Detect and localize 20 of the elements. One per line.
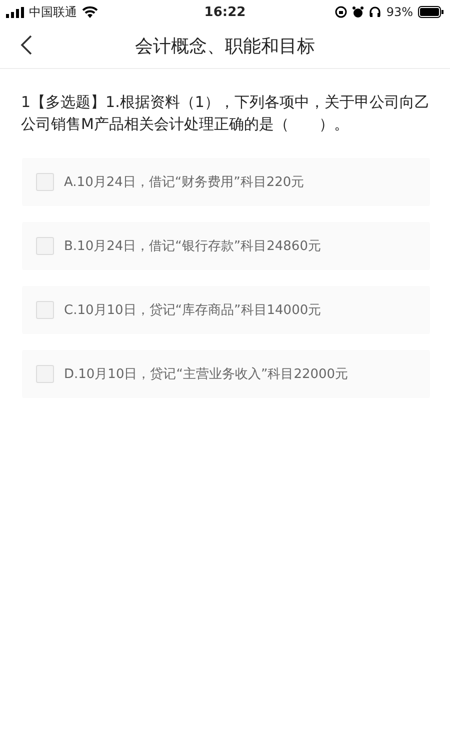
checkbox[interactable] [36, 301, 54, 319]
battery-icon [418, 6, 444, 18]
back-icon [20, 35, 32, 55]
page-title: 会计概念、职能和目标 [135, 35, 315, 58]
alarm-icon [352, 6, 364, 18]
status-time: 16:22 [204, 4, 246, 20]
answer-option[interactable]: D.10月10日，贷记“主营业务收入”科目22000元 [22, 350, 430, 398]
checkbox[interactable] [36, 365, 54, 383]
checkbox[interactable] [36, 173, 54, 191]
answer-option[interactable]: C.10月10日，贷记“库存商品”科目14000元 [22, 286, 430, 334]
battery-percent: 93% [386, 5, 413, 19]
signal-icon [6, 6, 24, 18]
wifi-icon [82, 6, 98, 18]
question-text: 1【多选题】1.根据资料（1），下列各项中，关于甲公司向乙公司销售M产品相关会计处理正确的是（ ）。 [21, 92, 430, 135]
carrier-name: 中国联通 [29, 4, 77, 20]
headphones-icon [369, 6, 382, 18]
answer-option[interactable]: B.10月24日，借记“银行存款”科目24860元 [22, 222, 430, 270]
answer-option[interactable]: A.10月24日，借记“财务费用”科目220元 [22, 158, 430, 206]
checkbox[interactable] [36, 237, 54, 255]
lock-rotation-icon [335, 6, 348, 18]
